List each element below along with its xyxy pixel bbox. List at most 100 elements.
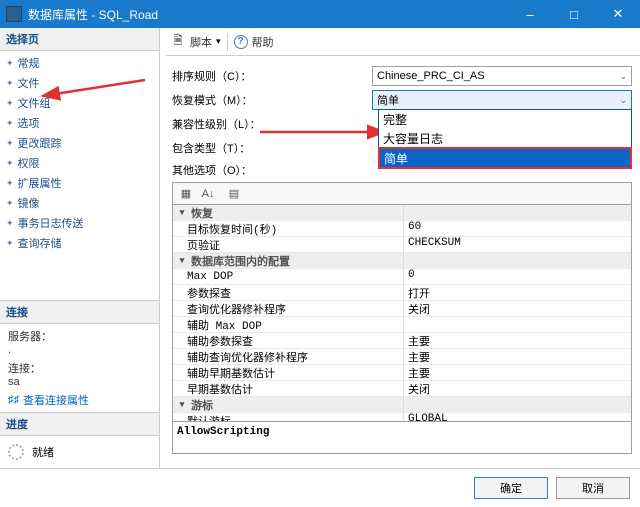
sidebar-item-general[interactable]: ✦ 常规: [0, 53, 159, 73]
collapse-caret-icon[interactable]: ▾: [177, 207, 187, 218]
toolbar: 🗎 脚本 ▾ ? 帮助: [166, 28, 640, 56]
grid-row[interactable]: 辅助参数探查主要: [173, 333, 631, 349]
sidebar-item-label: 事务日志传送: [18, 215, 84, 231]
chevron-down-icon: ⌄: [619, 95, 627, 106]
sidebar-item-label: 文件组: [18, 95, 51, 111]
progress-body: 就绪: [0, 436, 159, 468]
connection-value: sa: [8, 376, 151, 388]
sidebar-item-label: 权限: [18, 155, 40, 171]
bullet-icon: ✦: [6, 118, 14, 129]
server-value: .: [8, 344, 151, 356]
progress-spinner-icon: [8, 444, 24, 460]
sidebar-item-permissions[interactable]: ✦ 权限: [0, 153, 159, 173]
collation-select[interactable]: Chinese_PRC_CI_AS ⌄: [372, 66, 632, 86]
help-icon[interactable]: ?: [234, 35, 248, 49]
cancel-button[interactable]: 取消: [556, 477, 630, 499]
page-list: ✦ 常规 ✦ 文件 ✦ 文件组 ✦ 选项 ✦ 更改跟踪 ✦ 权限 ✦ 扩展属性 ✦ 镜像 ✦ 事务…: [0, 51, 159, 255]
sidebar-item-label: 镜像: [18, 195, 40, 211]
sidebar-item-filegroups[interactable]: ✦ 文件组: [0, 93, 159, 113]
properties-icon[interactable]: ▤: [225, 185, 243, 203]
compat-label: 兼容性级别（L）：: [172, 116, 372, 132]
server-label: 服务器：: [8, 328, 151, 344]
collation-label: 排序规则（C）：: [172, 68, 372, 84]
sidebar-item-querystore[interactable]: ✦ 查询存储: [0, 233, 159, 253]
property-grid[interactable]: ▾恢复 目标恢复时间(秒)60 页验证CHECKSUM ▾数据库范围内的配置 M…: [172, 204, 632, 422]
categorize-icon[interactable]: ▦: [177, 185, 195, 203]
sidebar-item-label: 扩展属性: [18, 175, 62, 191]
grid-row[interactable]: 参数探查打开: [173, 285, 631, 301]
sidebar-item-files[interactable]: ✦ 文件: [0, 73, 159, 93]
grid-category-recovery[interactable]: ▾恢复: [173, 205, 631, 221]
sidebar-item-label: 更改跟踪: [18, 135, 62, 151]
property-grid-toolbar: ▦ A↓ ▤: [172, 182, 632, 204]
view-connection-props-link[interactable]: ♯♯ 查看连接属性: [8, 392, 151, 408]
maximize-button[interactable]: □: [552, 0, 596, 28]
sidebar-item-mirroring[interactable]: ✦ 镜像: [0, 193, 159, 213]
recovery-label: 恢复模式（M）：: [172, 92, 372, 108]
recovery-option-simple[interactable]: 简单: [379, 148, 631, 168]
script-label[interactable]: 脚本: [190, 34, 212, 50]
recovery-dropdown-list: 完整 大容量日志 简单: [378, 109, 632, 169]
recovery-option-full[interactable]: 完整: [379, 110, 631, 129]
grid-row[interactable]: 辅助 Max DOP: [173, 317, 631, 333]
grid-row[interactable]: 目标恢复时间(秒)60: [173, 221, 631, 237]
separator: [227, 33, 228, 51]
sidebar-item-label: 选项: [18, 115, 40, 131]
sidebar-item-extprops[interactable]: ✦ 扩展属性: [0, 173, 159, 193]
grid-category-cursor[interactable]: ▾游标: [173, 397, 631, 413]
dialog-buttons: 确定 取消: [0, 468, 640, 507]
grid-row[interactable]: 默认游标GLOBAL: [173, 413, 631, 422]
property-description: AllowScripting: [172, 422, 632, 454]
bullet-icon: ✦: [6, 238, 14, 249]
bullet-icon: ✦: [6, 58, 14, 69]
containment-label: 包含类型（T）：: [172, 140, 372, 156]
ok-button[interactable]: 确定: [474, 477, 548, 499]
grid-row[interactable]: 辅助早期基数估计主要: [173, 365, 631, 381]
grid-category-scope[interactable]: ▾数据库范围内的配置: [173, 253, 631, 269]
bullet-icon: ✦: [6, 198, 14, 209]
sidebar: 选择页 ✦ 常规 ✦ 文件 ✦ 文件组 ✦ 选项 ✦ 更改跟踪 ✦ 权限 ✦ 扩展属性 ✦ 镜像…: [0, 28, 160, 468]
bullet-icon: ✦: [6, 158, 14, 169]
grid-row[interactable]: 页验证CHECKSUM: [173, 237, 631, 253]
main-panel: 🗎 脚本 ▾ ? 帮助 排序规则（C）： Chinese_PRC_CI_AS ⌄ …: [160, 28, 640, 468]
window-title: 数据库属性 - SQL_Road: [28, 6, 508, 23]
recovery-option-bulk[interactable]: 大容量日志: [379, 129, 631, 148]
recovery-select[interactable]: 简单 ⌄: [372, 90, 632, 110]
sidebar-item-logshipping[interactable]: ✦ 事务日志传送: [0, 213, 159, 233]
minimize-button[interactable]: –: [508, 0, 552, 28]
help-label[interactable]: 帮助: [252, 34, 274, 50]
link-label: 查看连接属性: [23, 392, 89, 408]
grid-row[interactable]: 辅助查询优化器修补程序主要: [173, 349, 631, 365]
sidebar-item-label: 常规: [18, 55, 40, 71]
select-page-header: 选择页: [0, 28, 159, 51]
bullet-icon: ✦: [6, 218, 14, 229]
grid-row[interactable]: 早期基数估计关闭: [173, 381, 631, 397]
grid-row[interactable]: 查询优化器修补程序关闭: [173, 301, 631, 317]
bullet-icon: ✦: [6, 78, 14, 89]
collation-value: Chinese_PRC_CI_AS: [377, 70, 485, 82]
title-bar: 数据库属性 - SQL_Road – □ ✕: [0, 0, 640, 28]
form-area: 排序规则（C）： Chinese_PRC_CI_AS ⌄ 恢复模式（M）： 简单 ⌄…: [166, 56, 640, 458]
bullet-icon: ✦: [6, 178, 14, 189]
progress-header: 进度: [0, 413, 159, 436]
chevron-down-icon: ⌄: [619, 71, 627, 82]
sidebar-item-label: 查询存储: [18, 235, 62, 251]
bullet-icon: ✦: [6, 138, 14, 149]
app-icon: [6, 6, 22, 22]
sort-az-icon[interactable]: A↓: [199, 185, 217, 203]
sidebar-item-options[interactable]: ✦ 选项: [0, 113, 159, 133]
connection-body: 服务器：. 连接：sa ♯♯ 查看连接属性: [0, 324, 159, 412]
recovery-value: 简单: [377, 92, 399, 108]
grid-row[interactable]: Max DOP0: [173, 269, 631, 285]
sidebar-item-label: 文件: [18, 75, 40, 91]
close-button[interactable]: ✕: [596, 0, 640, 28]
dropdown-icon[interactable]: ▾: [216, 36, 221, 47]
progress-status: 就绪: [32, 444, 54, 460]
collapse-caret-icon[interactable]: ▾: [177, 255, 187, 266]
collapse-caret-icon[interactable]: ▾: [177, 399, 187, 410]
sidebar-item-changetracking[interactable]: ✦ 更改跟踪: [0, 133, 159, 153]
connection-label: 连接：: [8, 360, 151, 376]
link-icon: ♯♯: [8, 394, 19, 406]
bullet-icon: ✦: [6, 98, 14, 109]
script-icon[interactable]: 🗎: [170, 34, 186, 50]
